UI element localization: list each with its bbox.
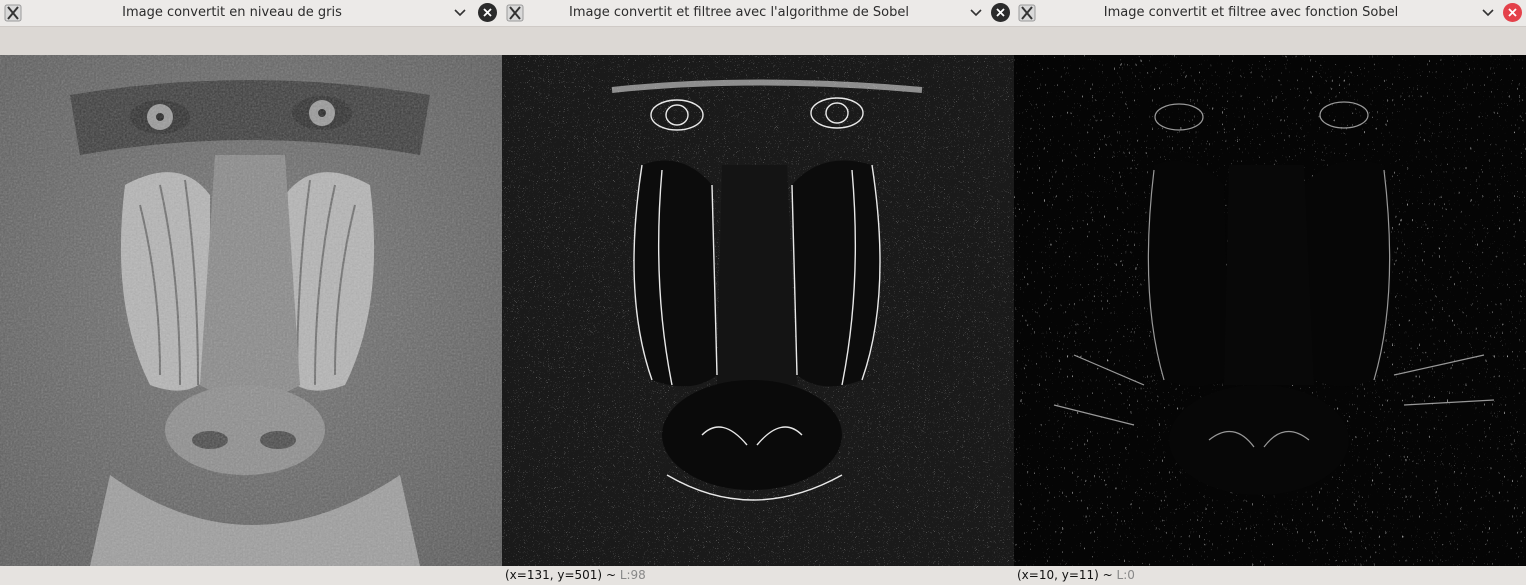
title-bar[interactable]: Image convertit en niveau de gris [0,0,502,27]
window-title: Image convertit et filtree avec fonction… [1103,5,1399,20]
grayscale-image [0,55,502,566]
status-bar [0,566,502,585]
chevron-down-icon[interactable] [968,5,984,21]
status-separator: ~ [602,568,620,582]
status-luminance: L:98 [619,568,646,582]
window-sobel-algorithm[interactable]: Image convertit et filtree avec l'algori… [502,0,1014,585]
close-icon[interactable] [478,3,497,22]
status-coords: (x=131, y=501) [505,568,603,582]
status-separator: ~ [1098,568,1117,582]
close-icon[interactable] [1503,3,1522,22]
status-bar: (x=10, y=11) ~ L:0 [1014,566,1526,585]
toolbar [0,27,502,55]
chevron-down-icon[interactable] [1480,5,1496,21]
toolbar [1014,27,1526,55]
sobel-algorithm-image [502,55,1014,566]
title-bar[interactable]: Image convertit et filtree avec fonction… [1014,0,1526,27]
x11-app-icon [4,4,22,22]
window-grayscale[interactable]: Image convertit en niveau de gris [0,0,502,585]
window-title: Image convertit en niveau de gris [122,5,342,20]
status-bar: (x=131, y=501) ~ L:98 [502,566,1014,585]
status-coords: (x=10, y=11) [1017,568,1099,582]
toolbar [502,27,1014,55]
title-bar[interactable]: Image convertit et filtree avec l'algori… [502,0,1014,27]
window-title: Image convertit et filtree avec l'algori… [569,5,909,20]
status-luminance: L:0 [1116,568,1135,582]
x11-app-icon [1018,4,1036,22]
sobel-function-image [1014,55,1526,566]
x11-app-icon [506,4,524,22]
window-sobel-function[interactable]: Image convertit et filtree avec fonction… [1014,0,1526,585]
chevron-down-icon[interactable] [452,5,468,21]
close-icon[interactable] [991,3,1010,22]
